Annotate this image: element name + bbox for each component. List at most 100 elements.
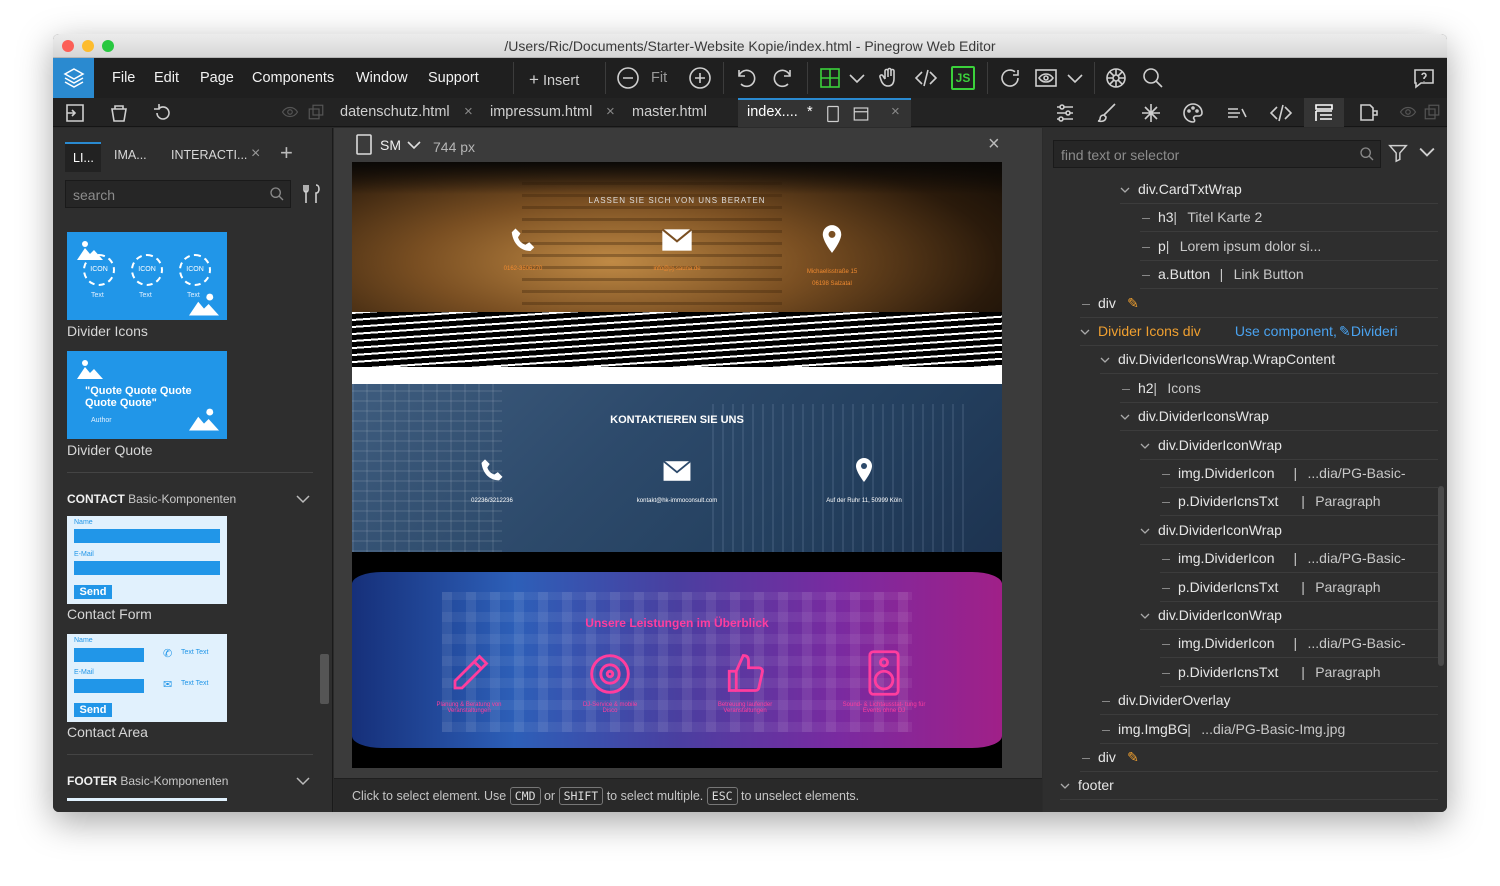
menu-page[interactable]: Page bbox=[200, 70, 234, 86]
code-view-icon[interactable] bbox=[914, 66, 938, 90]
tab-library[interactable]: LI... bbox=[65, 142, 101, 172]
tree-scrollbar[interactable] bbox=[1438, 486, 1444, 666]
tab-images[interactable]: IMA... bbox=[114, 148, 147, 162]
tools-icon[interactable] bbox=[300, 182, 324, 206]
tab-impressum[interactable]: impressum.html bbox=[490, 104, 592, 120]
chevron-down-icon[interactable] bbox=[1140, 443, 1150, 449]
tree-node[interactable]: img.DividerIcon | ...dia/PG-Basic- bbox=[1160, 545, 1438, 574]
chevron-down-icon[interactable] bbox=[1140, 613, 1150, 619]
close-canvas-icon[interactable]: × bbox=[988, 133, 1000, 156]
device-icon[interactable] bbox=[824, 105, 842, 123]
device-size-selector[interactable]: SM bbox=[380, 137, 401, 153]
redo-icon[interactable] bbox=[771, 66, 795, 90]
chevron-down-icon[interactable] bbox=[1120, 414, 1130, 421]
tab-index-active[interactable]: index.... * × bbox=[738, 98, 911, 127]
window-icon[interactable] bbox=[852, 105, 870, 123]
refresh-icon[interactable] bbox=[998, 66, 1022, 90]
tree-node[interactable]: img.ImgBG | ...dia/PG-Basic-Img.jpg bbox=[1100, 716, 1438, 744]
divider-quote-thumbnail[interactable]: "Quote Quote Quote Quote Quote" Author bbox=[67, 351, 227, 439]
theme-palette-icon[interactable] bbox=[1181, 101, 1205, 125]
chevron-down-icon[interactable] bbox=[296, 776, 310, 786]
tree-node[interactable]: div ✎ bbox=[1080, 744, 1438, 772]
tree-node[interactable]: footer bbox=[1060, 772, 1438, 801]
contact-section-header[interactable]: CONTACT Basic-Komponenten bbox=[67, 492, 236, 506]
chevron-down-icon[interactable] bbox=[1419, 146, 1435, 158]
text-align-icon[interactable] bbox=[1225, 101, 1249, 125]
add-tab-icon[interactable]: + bbox=[280, 140, 293, 166]
tree-node[interactable]: p | Lorem ipsum dolor si... bbox=[1140, 233, 1438, 261]
code-icon[interactable] bbox=[1269, 101, 1293, 125]
reload-icon[interactable] bbox=[151, 101, 175, 125]
tree-node[interactable]: div.DividerIconsWrap.WrapContent bbox=[1100, 346, 1438, 375]
settings-wheel-icon[interactable] bbox=[1104, 66, 1128, 90]
menu-file[interactable]: File bbox=[112, 70, 135, 86]
properties-sliders-icon[interactable] bbox=[1053, 101, 1077, 125]
edit-pencil-icon[interactable]: ✎ bbox=[1339, 323, 1351, 340]
filter-icon[interactable] bbox=[1387, 142, 1409, 164]
chevron-down-icon[interactable] bbox=[296, 494, 310, 504]
interaction-hand-icon[interactable] bbox=[877, 66, 901, 90]
tree-node[interactable]: p.DividerIcnsTxt | Paragraph bbox=[1160, 574, 1438, 602]
tab-master[interactable]: master.html bbox=[632, 104, 707, 120]
js-icon[interactable]: JS bbox=[951, 66, 975, 90]
save-icon[interactable] bbox=[107, 101, 131, 125]
chevron-down-icon[interactable] bbox=[1120, 187, 1130, 193]
contact-area-thumbnail[interactable]: Name E-Mail Send ✆ Text Text ✉ Text Text bbox=[67, 634, 227, 722]
tab-datenschutz[interactable]: datenschutz.html bbox=[340, 104, 450, 120]
chevron-down-icon[interactable] bbox=[1080, 329, 1090, 335]
tree-node[interactable]: div.DividerIconWrap bbox=[1140, 602, 1438, 630]
zoom-fit-button[interactable]: Fit bbox=[651, 70, 667, 86]
tree-node[interactable]: h2 | Icons bbox=[1120, 375, 1438, 403]
close-tab-icon[interactable]: × bbox=[891, 103, 900, 120]
contact-form-thumbnail[interactable]: Name E-Mail Send bbox=[67, 516, 227, 604]
use-component-link[interactable]: Use component, bbox=[1235, 323, 1337, 339]
insert-button[interactable]: + Insert bbox=[529, 70, 579, 90]
library-search-input[interactable]: search bbox=[65, 180, 291, 208]
tree-search-input[interactable]: find text or selector bbox=[1053, 140, 1381, 168]
tree-node[interactable]: h3 | Titel Karte 2 bbox=[1140, 204, 1438, 233]
close-tab-icon[interactable]: × bbox=[464, 103, 473, 120]
chevron-down-icon[interactable] bbox=[845, 66, 869, 90]
tree-node[interactable]: p.DividerIcnsTxt | Paragraph bbox=[1160, 488, 1438, 517]
chevron-down-icon[interactable] bbox=[407, 140, 421, 150]
close-tab-icon[interactable]: × bbox=[606, 103, 615, 120]
grid-layout-icon[interactable] bbox=[818, 66, 842, 90]
copy-icon[interactable] bbox=[1423, 103, 1441, 121]
tree-node[interactable]: div.DividerIconWrap bbox=[1140, 517, 1438, 545]
menu-edit[interactable]: Edit bbox=[154, 70, 179, 86]
component-name-link[interactable]: Divideri bbox=[1351, 323, 1398, 339]
tree-node[interactable]: p.DividerIcnsTxt | Paragraph bbox=[1160, 659, 1438, 687]
chevron-down-icon[interactable] bbox=[1140, 528, 1150, 534]
tree-node[interactable]: img.DividerIcon | ...dia/PG-Basic- bbox=[1160, 630, 1438, 659]
edit-pencil-icon[interactable]: ✎ bbox=[1127, 295, 1139, 312]
footer-section-header[interactable]: FOOTER Basic-Komponenten bbox=[67, 774, 228, 788]
divider-icons-thumbnail[interactable]: ICON ICON ICON Text Text Text bbox=[67, 232, 227, 320]
tree-node[interactable]: a.Button | Link Button bbox=[1140, 261, 1438, 290]
tablet-device-icon[interactable] bbox=[354, 134, 374, 156]
menu-window[interactable]: Window bbox=[356, 70, 408, 86]
page-preview-frame[interactable]: LASSEN SIE SICH VON UNS BERATEN 0162-360… bbox=[352, 162, 1002, 768]
tree-node[interactable]: div ✎ bbox=[1080, 290, 1438, 318]
close-tab-icon[interactable]: × bbox=[251, 145, 260, 163]
help-chat-icon[interactable] bbox=[1412, 66, 1436, 90]
library-icon[interactable] bbox=[1357, 101, 1381, 125]
tree-panel-tab[interactable] bbox=[1304, 98, 1344, 127]
zoom-in-icon[interactable] bbox=[688, 66, 712, 90]
edit-pencil-icon[interactable]: ✎ bbox=[1127, 749, 1139, 766]
chevron-down-icon[interactable] bbox=[1063, 66, 1087, 90]
actions-sparkle-icon[interactable] bbox=[1139, 101, 1163, 125]
tree-node[interactable]: img.DividerIcon | ...dia/PG-Basic- bbox=[1160, 460, 1438, 488]
tree-node[interactable]: Divider Icons div Use component, Divideri ✎ bbox=[1080, 318, 1438, 346]
menu-components[interactable]: Components bbox=[252, 70, 334, 86]
eye-icon[interactable] bbox=[1399, 103, 1417, 121]
new-page-icon[interactable] bbox=[63, 101, 87, 125]
tree-node[interactable]: div.DividerIconWrap bbox=[1140, 432, 1438, 460]
eye-icon[interactable] bbox=[281, 103, 299, 121]
pinegrow-logo-icon[interactable] bbox=[53, 58, 94, 98]
tree-node[interactable]: div.DividerIconsWrap bbox=[1120, 403, 1438, 432]
chevron-down-icon[interactable] bbox=[1060, 783, 1070, 790]
chevron-down-icon[interactable] bbox=[1100, 357, 1110, 364]
tree-node[interactable]: div.CardTxtWrap bbox=[1120, 176, 1438, 204]
zoom-out-icon[interactable] bbox=[616, 66, 640, 90]
copy-icon[interactable] bbox=[307, 103, 325, 121]
